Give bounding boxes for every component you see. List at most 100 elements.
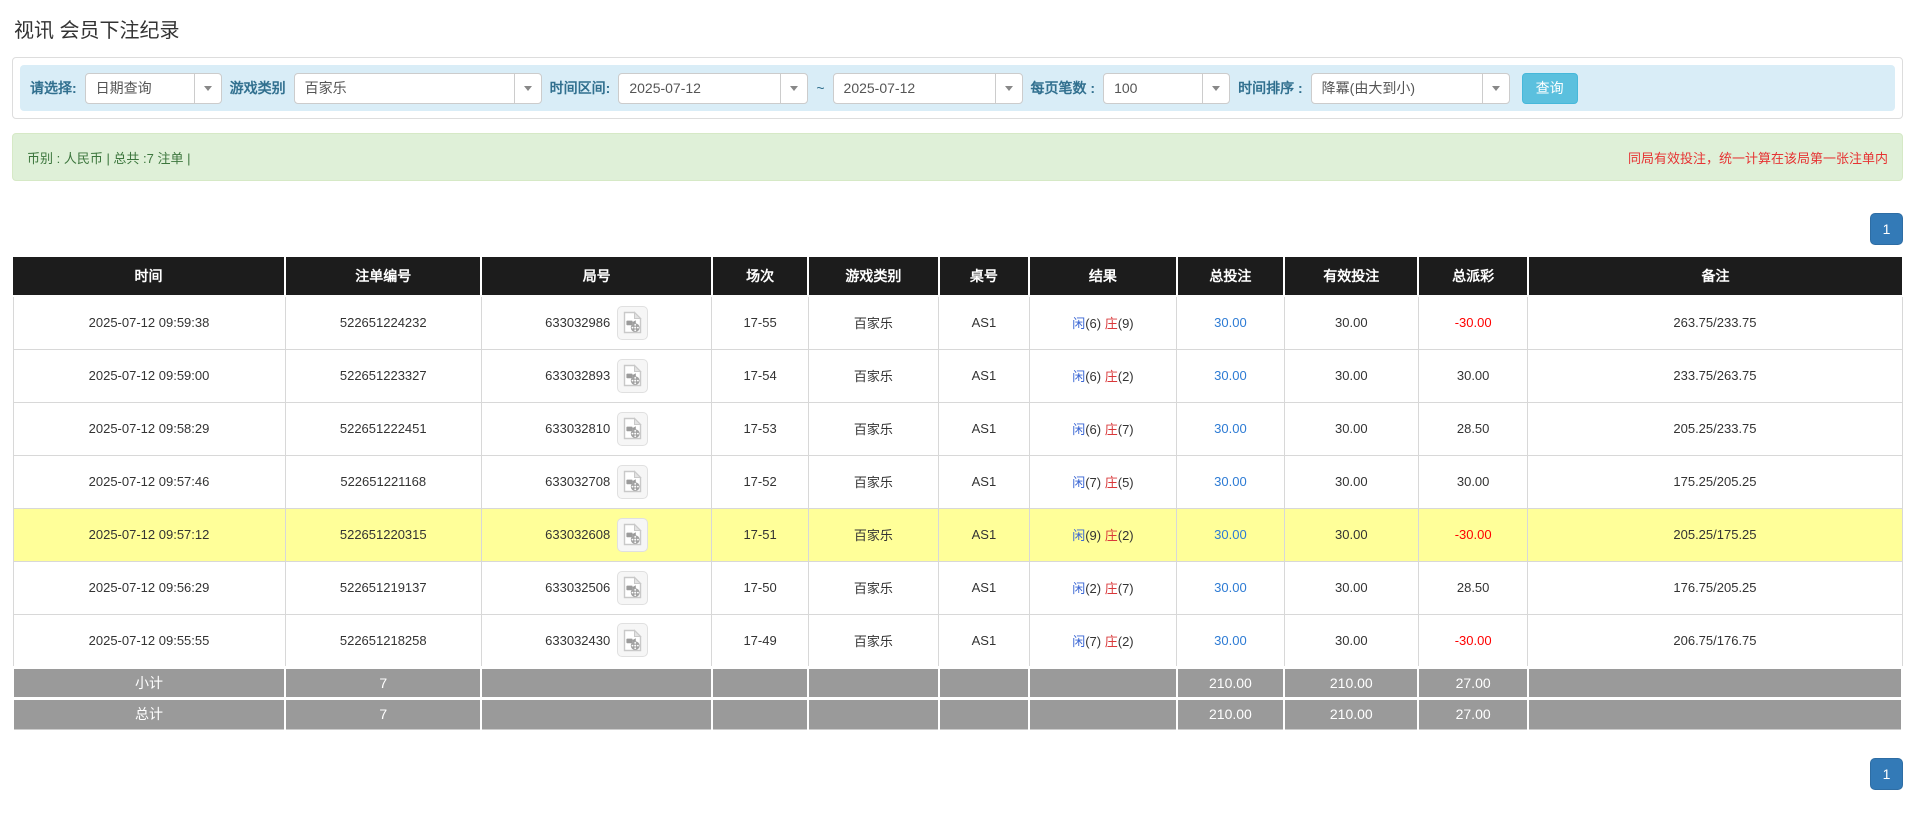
banker-result-score: (2) [1117,633,1134,649]
cell-result: 闲(9) 庄(2) [1028,507,1178,562]
bet-records-table: 时间 注单编号 局号 场次 游戏类别 桌号 结果 总投注 有效投注 总派彩 备注… [11,257,1904,730]
grand-total-row: 总计 7 210.00 210.00 27.00 [11,696,1904,730]
game-type-select[interactable]: 百家乐 [293,72,542,104]
total-bet-link[interactable]: 30.00 [1214,633,1247,648]
header-total-payout: 总派彩 [1418,257,1529,297]
header-round: 局号 [481,257,713,297]
date-to-value: 2025-07-12 [843,80,916,96]
round-number: 633032810 [545,421,611,436]
cell-session: 17-53 [711,401,809,456]
cell-result: 闲(7) 庄(2) [1028,613,1178,668]
table-row: 2025-07-12 09:59:00 522651223327 633032893… [12,348,1903,403]
total-bet-link[interactable]: 30.00 [1214,474,1247,489]
round-number: 633032506 [545,580,611,595]
cell-remark: 263.75/233.75 [1527,295,1903,350]
header-valid-bet: 有效投注 [1284,257,1420,297]
cell-total-payout: 30.00 [1417,454,1529,509]
currency-total-text: 币别 : 人民币 | 总共 :7 注单 | [27,150,191,166]
game-type-value: 百家乐 [304,80,347,96]
total-bet-link[interactable]: 30.00 [1214,527,1247,542]
cell-round: 633032506 [480,560,713,615]
total-bet-link[interactable]: 30.00 [1214,368,1247,383]
chevron-down-icon [1202,73,1229,103]
cell-valid-bet: 30.00 [1283,560,1419,615]
banker-result-label: 庄 [1104,369,1118,384]
sort-order-value: 降冪(由大到小) [1321,80,1415,96]
payout-value: -30.00 [1454,632,1492,648]
payout-value: 30.00 [1456,474,1490,489]
banker-result-score: (9) [1117,316,1134,332]
cell-total-bet: 30.00 [1176,454,1285,509]
summary-bar: 币别 : 人民币 | 总共 :7 注单 | 同局有效投注，统一计算在该局第一张注… [12,133,1903,181]
video-replay-button[interactable] [617,411,649,446]
date-from-select[interactable]: 2025-07-12 [618,72,809,104]
pagination-page-1[interactable]: 1 [1870,757,1903,790]
round-number: 633032893 [545,368,611,383]
date-to-select[interactable]: 2025-07-12 [832,72,1023,104]
table-row: 2025-07-12 09:57:46 522651221168 633032708… [12,454,1903,509]
video-replay-button[interactable] [617,623,649,657]
video-replay-button[interactable] [617,570,649,605]
cell-result: 闲(7) 庄(5) [1028,454,1178,509]
header-remark: 备注 [1527,257,1902,297]
header-time: 时间 [13,257,287,297]
cell-result: 闲(6) 庄(2) [1028,348,1178,403]
cell-empty [807,696,940,730]
sort-order-select[interactable]: 降冪(由大到小) [1310,72,1510,104]
cell-sum-label: 小计 [11,665,287,700]
cell-time: 2025-07-12 09:57:12 [12,507,286,562]
pagination-page-1[interactable]: 1 [1870,213,1903,245]
cell-empty [1526,696,1904,730]
query-button[interactable]: 查询 [1521,72,1578,104]
cell-total-bet: 30.00 [1176,295,1285,350]
total-bet-link[interactable]: 30.00 [1214,580,1247,595]
cell-session: 17-49 [711,613,809,668]
cell-total-bet: 30.00 [1176,401,1285,456]
video-replay-button[interactable] [617,358,649,393]
banker-result-label: 庄 [1104,422,1118,437]
cell-session: 17-50 [711,560,809,615]
table-row: 2025-07-12 09:55:55 522651218258 633032430… [12,613,1903,668]
header-table-no: 桌号 [938,257,1031,297]
cell-table-no: AS1 [938,401,1030,456]
cell-game-type: 百家乐 [807,507,940,562]
cell-total-bet: 30.00 [1176,560,1285,615]
total-bet-link[interactable]: 30.00 [1214,421,1247,436]
query-mode-select[interactable]: 日期查询 [84,72,222,104]
cell-remark: 175.25/205.25 [1527,454,1903,509]
cell-sum-total-payout: 27.00 [1417,696,1529,730]
cell-round: 633032810 [480,401,713,456]
round-number: 633032708 [545,474,611,489]
video-replay-button[interactable] [617,517,649,552]
cell-time: 2025-07-12 09:56:29 [12,560,286,615]
cell-table-no: AS1 [938,348,1030,403]
banker-result-label: 庄 [1104,475,1118,490]
cell-sum-valid-bet: 210.00 [1283,665,1420,700]
cell-empty [937,696,1031,730]
filter-bar: 请选择: 日期查询 游戏类别 百家乐 时间区间: 2025-07-12 ~ 20… [20,65,1895,111]
page-size-select[interactable]: 100 [1103,72,1231,104]
cell-sum-valid-bet: 210.00 [1283,696,1420,730]
cell-sum-count: 7 [284,665,483,700]
player-result-score: (9) [1085,528,1102,543]
video-replay-button[interactable] [617,305,649,340]
total-bet-link[interactable]: 30.00 [1214,315,1247,330]
player-result-score: (6) [1085,316,1102,332]
cell-bet-id: 522651218258 [284,613,482,668]
pagination-bottom: 1 [12,757,1903,790]
cell-valid-bet: 30.00 [1283,348,1419,403]
cell-table-no: AS1 [938,454,1030,509]
pagination-top: 1 [12,213,1903,245]
banker-result-label: 庄 [1104,528,1118,543]
cell-valid-bet: 30.00 [1283,295,1419,350]
player-result-score: (2) [1085,581,1102,596]
cell-total-payout: -30.00 [1417,613,1529,668]
cell-sum-label: 总计 [11,696,287,730]
player-result-score: (6) [1085,422,1102,437]
video-file-icon [624,576,642,599]
cell-valid-bet: 30.00 [1283,454,1419,509]
banker-result-score: (5) [1117,475,1134,490]
video-replay-button[interactable] [617,464,649,499]
cell-total-bet: 30.00 [1176,507,1285,562]
page-title: 视讯 会员下注纪录 [14,20,180,42]
